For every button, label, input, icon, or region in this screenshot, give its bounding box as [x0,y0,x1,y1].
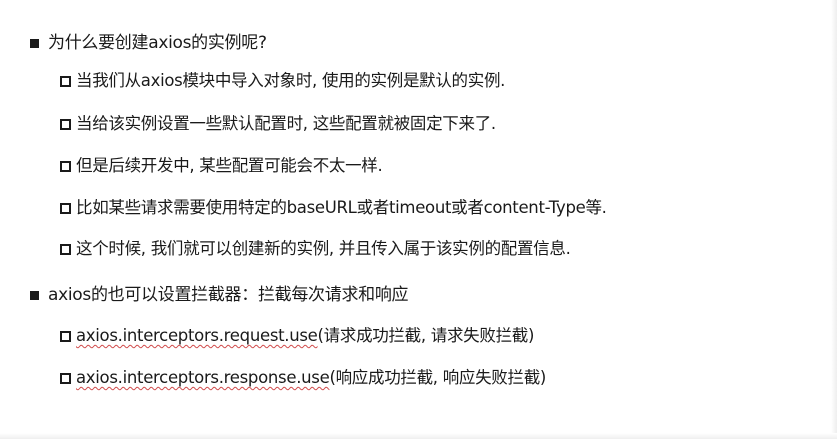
list-item: 但是后续开发中, 某些配置可能会不太一样. [60,154,383,178]
hollow-square-bullet-icon [60,372,71,384]
list-item: 当我们从axios模块中导入对象时, 使用的实例是默认的实例. [60,69,505,93]
hollow-square-bullet-icon [60,243,71,255]
interceptor-request-desc: (请求成功拦截, 请求失败拦截) [317,326,535,345]
list-item: 比如某些请求需要使用特定的baseURL或者timeout或者content-T… [60,196,607,220]
heading-interceptors: axios的也可以设置拦截器：拦截每次请求和响应 [30,283,409,307]
list-item-text: 当给该实例设置一些默认配置时, 这些配置就被固定下来了. [76,114,496,133]
list-item-text: 但是后续开发中, 某些配置可能会不太一样. [76,156,383,175]
list-item: axios.interceptors.response.use (响应成功拦截,… [60,366,546,390]
filled-square-bullet-icon [30,290,39,300]
hollow-square-bullet-icon [60,118,71,130]
interceptor-request-code: axios.interceptors.request.use [76,326,318,345]
list-item: 这个时候, 我们就可以创建新的实例, 并且传入属于该实例的配置信息. [60,237,571,261]
slide: 为什么要创建axios的实例呢? 当我们从axios模块中导入对象时, 使用的实… [0,0,837,439]
hollow-square-bullet-icon [60,330,71,342]
list-item-text: 比如某些请求需要使用特定的baseURL或者timeout或者content-T… [76,198,607,217]
list-item-text: 当我们从axios模块中导入对象时, 使用的实例是默认的实例. [76,71,506,90]
heading-interceptors-text: axios的也可以设置拦截器：拦截每次请求和响应 [48,285,409,305]
interceptor-response-desc: (响应成功拦截, 响应失败拦截) [329,368,547,387]
slide-bottom-edge [0,433,837,439]
list-item-text: 这个时候, 我们就可以创建新的实例, 并且传入属于该实例的配置信息. [76,239,571,258]
slide-right-edge [831,0,837,439]
hollow-square-bullet-icon [60,202,71,214]
list-item: axios.interceptors.request.use (请求成功拦截, … [60,324,534,348]
interceptor-response-code: axios.interceptors.response.use [76,368,330,387]
hollow-square-bullet-icon [60,160,71,172]
heading-why-instances: 为什么要创建axios的实例呢? [30,31,267,55]
heading-why-text: 为什么要创建axios的实例呢? [48,33,267,53]
filled-square-bullet-icon [30,38,39,48]
hollow-square-bullet-icon [60,75,71,87]
list-item: 当给该实例设置一些默认配置时, 这些配置就被固定下来了. [60,112,496,136]
